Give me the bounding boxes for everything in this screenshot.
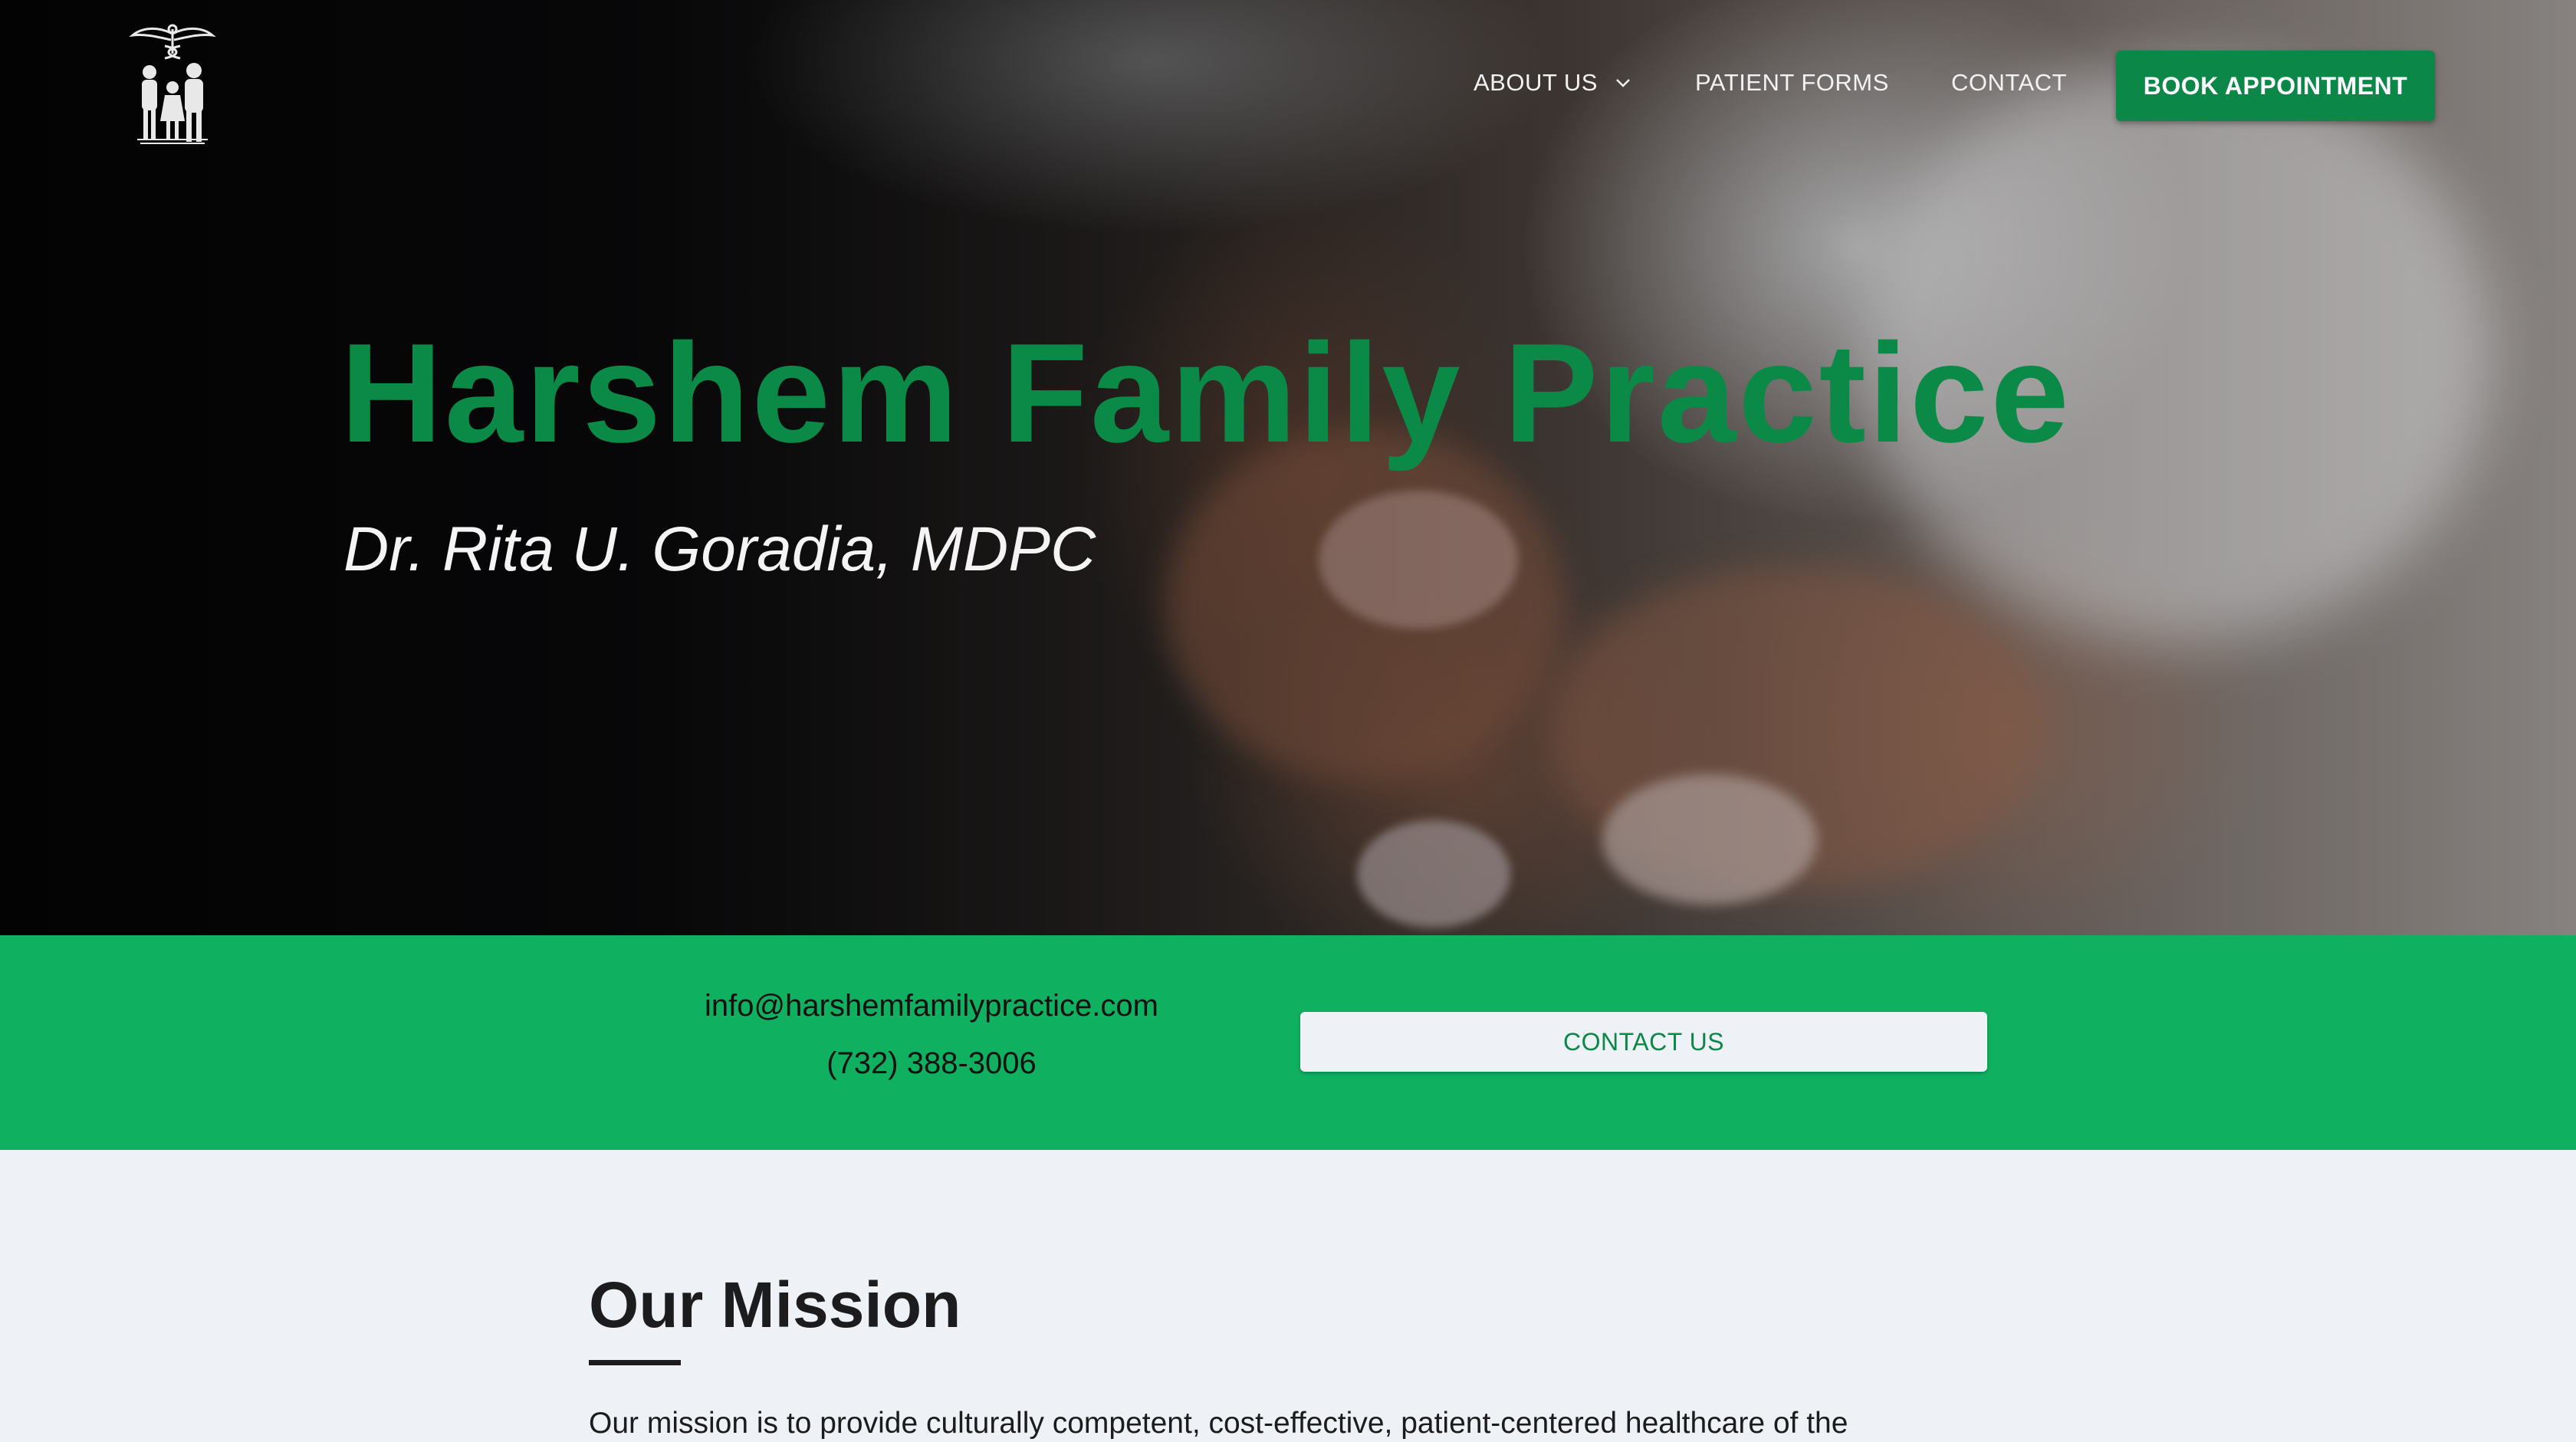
chevron-down-icon	[1615, 66, 1631, 94]
mission-text: Our mission is to provide culturally com…	[589, 1407, 1848, 1440]
contact-us-button[interactable]: CONTACT US	[1300, 1012, 1987, 1072]
caduceus-family-logo-icon[interactable]	[127, 23, 219, 149]
nav-item-contact[interactable]: CONTACT	[1951, 69, 2067, 97]
nav-item-label: ABOUT US	[1474, 69, 1598, 96]
mission-heading: Our Mission	[589, 1269, 961, 1341]
nav-item-about-us[interactable]: ABOUT US	[1474, 69, 1631, 98]
mission-heading-underline	[589, 1360, 681, 1365]
hero-subtitle: Dr. Rita U. Goradia, MDPC	[343, 514, 1096, 584]
contact-email[interactable]: info@harshemfamilypractice.com	[686, 989, 1177, 1023]
contact-band	[0, 935, 2576, 1150]
nav-item-patient-forms[interactable]: PATIENT FORMS	[1695, 69, 1889, 97]
contact-phone[interactable]: (732) 388-3006	[686, 1046, 1177, 1081]
logo-graphic	[129, 24, 216, 144]
hero-title: Harshem Family Practice	[340, 314, 2072, 471]
book-appointment-button[interactable]: BOOK APPOINTMENT	[2116, 51, 2435, 121]
